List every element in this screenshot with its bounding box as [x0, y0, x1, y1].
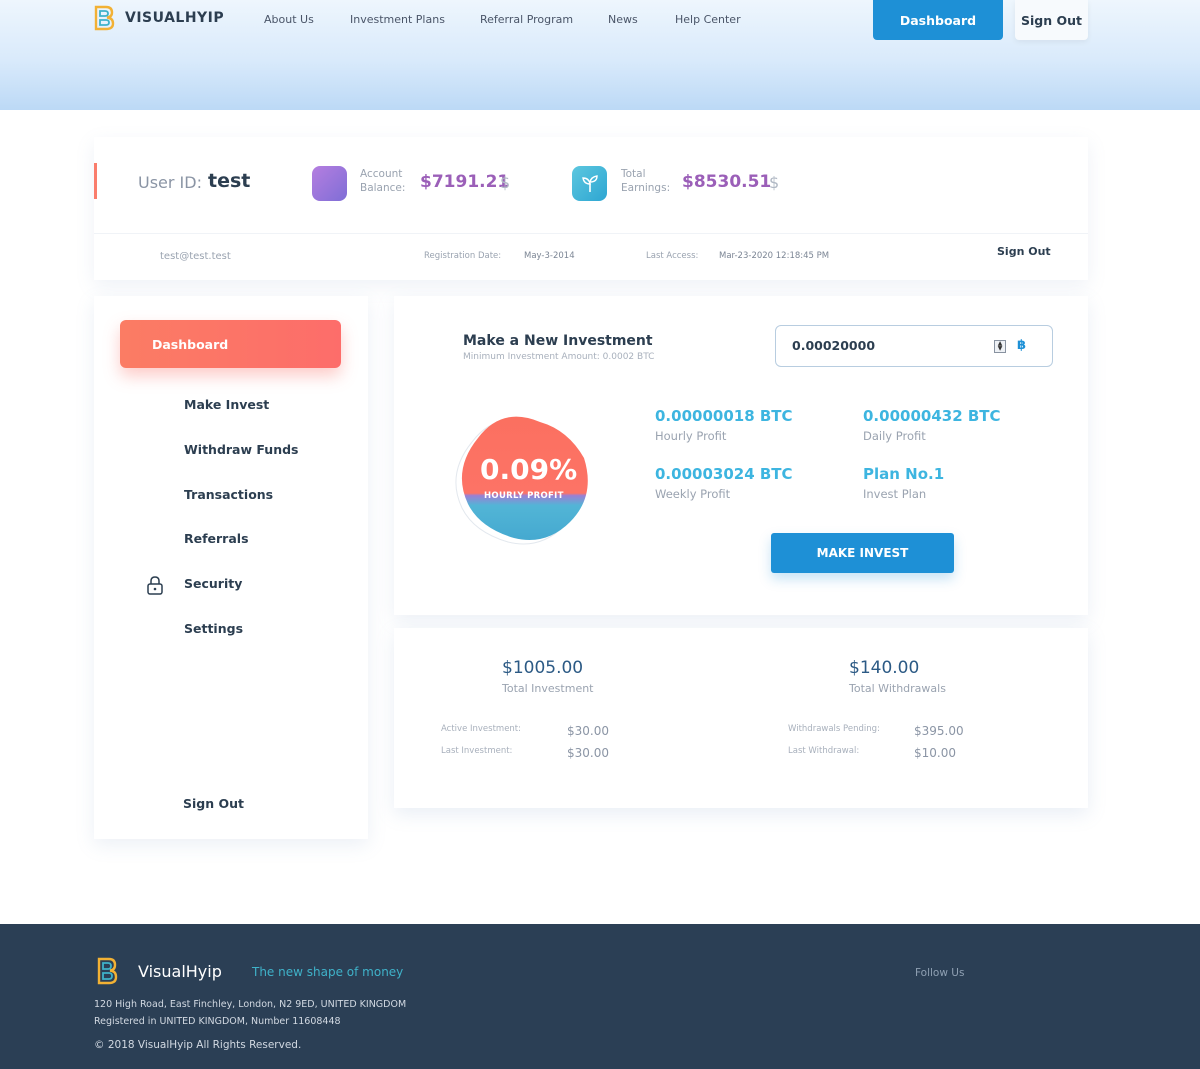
registration-label: Registration Date: — [424, 251, 502, 261]
last-access-label: Last Access: — [646, 251, 699, 261]
earnings-value: $8530.51 — [682, 172, 772, 192]
hourly-profit-label: Hourly Profit — [655, 429, 727, 443]
earnings-currency: $ — [769, 173, 780, 192]
sidebar-item-settings[interactable]: Settings — [184, 621, 243, 636]
wallet-icon — [312, 166, 347, 201]
withdrawals-pending-label: Withdrawals Pending: — [788, 724, 880, 734]
follow-us-label: Follow Us — [915, 967, 965, 979]
weekly-profit-value: 0.00003024 BTC — [655, 465, 793, 483]
sidebar-item-transactions[interactable]: Transactions — [184, 487, 273, 502]
logo[interactable]: VISUALHYIP — [93, 5, 224, 31]
earnings-label: Total Earnings: — [621, 167, 670, 195]
total-investment-label: Total Investment — [502, 682, 594, 695]
plan-label: Invest Plan — [863, 487, 927, 501]
nav-referral-program[interactable]: Referral Program — [480, 13, 608, 26]
balance-label-line1: Account — [360, 168, 403, 180]
sidebar-item-security[interactable]: Security — [184, 576, 242, 591]
new-investment-panel: Make a New Investment Minimum Investment… — [394, 296, 1088, 615]
make-invest-button[interactable]: MAKE INVEST — [771, 533, 954, 573]
daily-profit-value: 0.00000432 BTC — [863, 407, 1001, 425]
hourly-rate: 0.09% — [480, 453, 578, 486]
balance-label: Account Balance: — [360, 167, 405, 195]
footer-brand: VisualHyip — [138, 962, 222, 981]
earnings-label-line2: Earnings: — [621, 182, 671, 194]
withdrawals-pending-value: $395.00 — [914, 724, 964, 738]
brand-name: VISUALHYIP — [125, 10, 225, 26]
user-email: test@test.test — [160, 251, 231, 262]
user-id-value: test — [208, 170, 251, 192]
bitcoin-icon: ฿ — [1017, 338, 1027, 353]
balance-label-line2: Balance: — [360, 182, 406, 194]
amount-stepper[interactable]: ▲ ▼ — [994, 340, 1006, 353]
sidebar-item-withdraw-funds[interactable]: Withdraw Funds — [184, 442, 299, 457]
sidebar-item-make-invest[interactable]: Make Invest — [184, 397, 269, 412]
last-access-value: Mar-23-2020 12:18:45 PM — [719, 251, 830, 261]
amount-field: ▲▼ ฿ — [775, 325, 1053, 367]
total-withdrawals-value: $140.00 — [849, 658, 920, 678]
footer: VisualHyip The new shape of money Follow… — [0, 924, 1200, 1069]
accent-bar — [94, 163, 97, 199]
nav-help-center[interactable]: Help Center — [675, 13, 741, 26]
user-info-row: test@test.test Registration Date: May-3-… — [94, 233, 1088, 280]
last-withdrawal-label: Last Withdrawal: — [788, 746, 860, 756]
footer-address: 120 High Road, East Finchley, London, N2… — [94, 999, 407, 1010]
card-signout-link[interactable]: Sign Out — [997, 245, 1051, 258]
earnings-label-line1: Total — [621, 168, 646, 180]
hourly-profit-value: 0.00000018 BTC — [655, 407, 793, 425]
total-investment-value: $1005.00 — [502, 658, 584, 678]
nav-about-us[interactable]: About Us — [264, 13, 350, 26]
totals-panel: $1005.00 Total Investment Active Investm… — [394, 628, 1088, 808]
balance-currency: $ — [500, 173, 511, 192]
sidebar: Dashboard Make Invest Withdraw Funds Tra… — [94, 296, 368, 839]
active-investment-value: $30.00 — [567, 724, 609, 738]
nav-investment-plans[interactable]: Investment Plans — [350, 13, 480, 26]
logo-icon — [94, 5, 115, 31]
sprout-icon — [572, 166, 607, 201]
sidebar-signout[interactable]: Sign Out — [183, 796, 244, 811]
sidebar-item-referrals[interactable]: Referrals — [184, 531, 249, 546]
last-withdrawal-value: $10.00 — [914, 746, 956, 760]
total-withdrawals-label: Total Withdrawals — [849, 682, 946, 695]
registration-value: May-3-2014 — [524, 251, 575, 261]
hourly-rate-label: HOURLY PROFIT — [484, 491, 564, 501]
lock-icon — [147, 576, 163, 595]
header-signout-button[interactable]: Sign Out — [1015, 0, 1088, 40]
footer-copyright: © 2018 VisualHyip All Rights Reserved. — [94, 1039, 302, 1051]
invest-title: Make a New Investment — [463, 333, 653, 349]
user-id-label: User ID: — [138, 173, 202, 192]
footer-registration: Registered in UNITED KINGDOM, Number 116… — [94, 1016, 341, 1027]
last-investment-label: Last Investment: — [441, 746, 513, 756]
footer-tagline: The new shape of money — [252, 965, 404, 979]
balance-value: $7191.21 — [420, 172, 510, 192]
user-summary-card: User ID: test Account Balance: $7191.21 … — [94, 137, 1088, 280]
daily-profit-label: Daily Profit — [863, 429, 926, 443]
invest-minimum: Minimum Investment Amount: 0.0002 BTC — [463, 352, 655, 362]
header-dashboard-button[interactable]: Dashboard — [873, 0, 1003, 40]
weekly-profit-label: Weekly Profit — [655, 487, 731, 501]
last-investment-value: $30.00 — [567, 746, 609, 760]
nav-news[interactable]: News — [608, 13, 675, 26]
active-investment-label: Active Investment: — [441, 724, 522, 734]
plan-value: Plan No.1 — [863, 465, 945, 483]
amount-input[interactable] — [792, 338, 982, 353]
footer-logo-icon — [97, 957, 118, 985]
main-nav: About Us Investment Plans Referral Progr… — [264, 13, 741, 26]
sidebar-item-dashboard[interactable]: Dashboard — [120, 320, 341, 368]
